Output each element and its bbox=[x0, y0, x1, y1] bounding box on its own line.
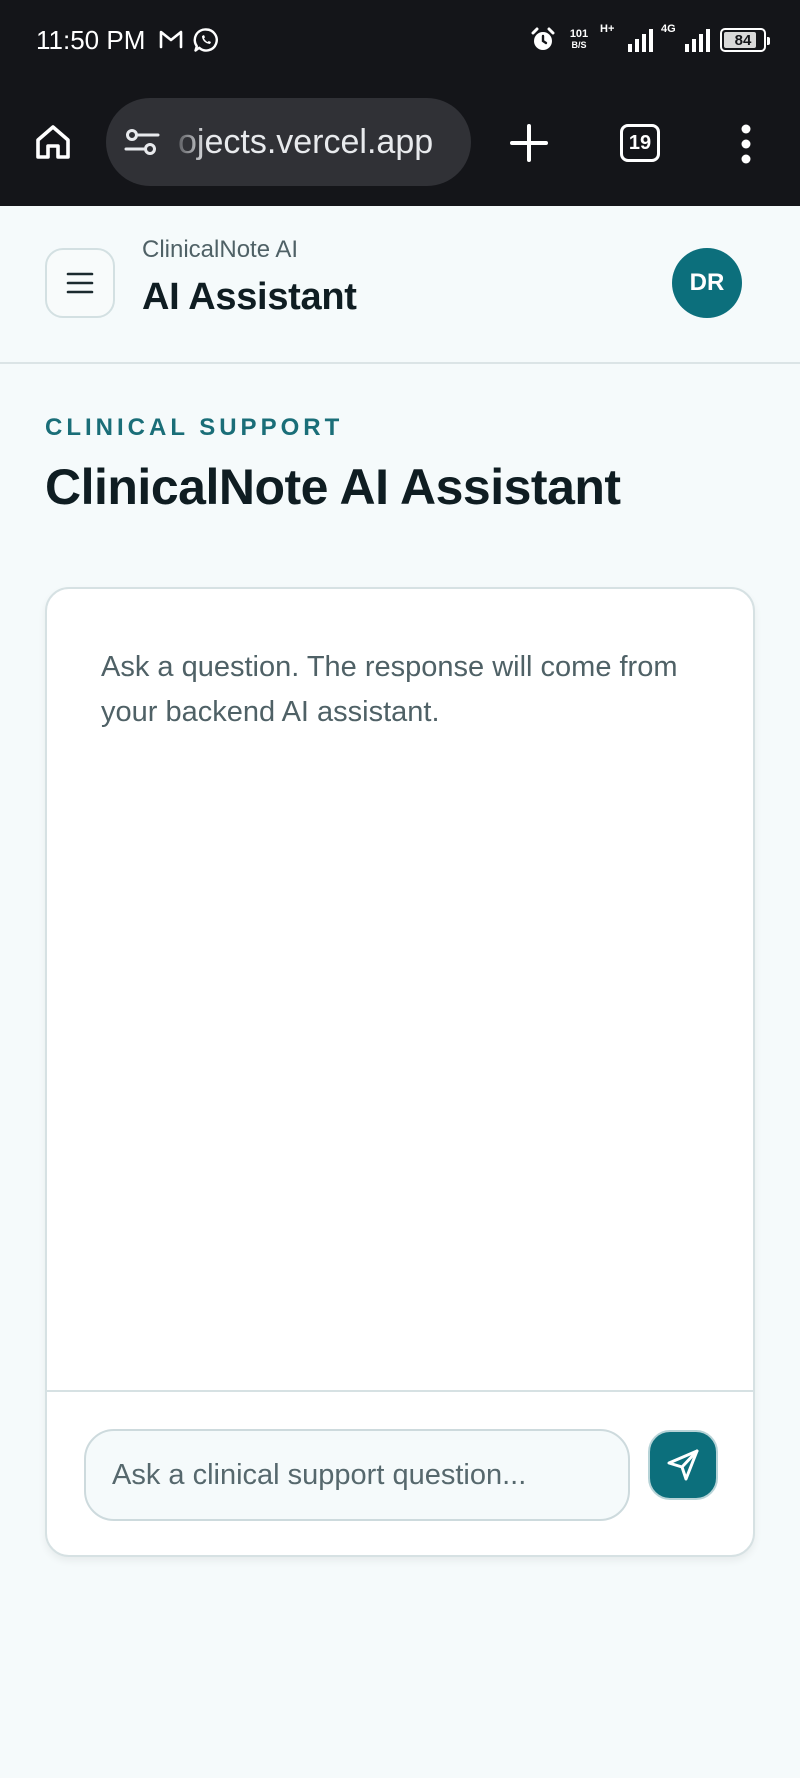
page-title: ClinicalNote AI Assistant bbox=[45, 459, 621, 515]
browser-toolbar: ojects.vercel.app 19 bbox=[0, 80, 800, 206]
network-speed-value: 101 bbox=[569, 28, 589, 40]
whatsapp-icon bbox=[193, 27, 219, 53]
chat-panel: Ask a question. The response will come f… bbox=[45, 587, 755, 1557]
chat-intro-message: Ask a question. The response will come f… bbox=[101, 651, 678, 728]
network-speed: 101 B/S bbox=[566, 29, 592, 51]
url-fade bbox=[168, 98, 208, 186]
app-name: ClinicalNote AI bbox=[142, 236, 299, 263]
url-text[interactable]: ojects.vercel.app bbox=[178, 118, 433, 166]
signal-4g-icon: 4G bbox=[661, 24, 710, 52]
tab-switcher-button[interactable]: 19 bbox=[620, 124, 660, 162]
status-time: 11:50 PM bbox=[36, 25, 146, 55]
battery-level: 84 bbox=[734, 31, 752, 49]
home-icon[interactable] bbox=[33, 122, 73, 162]
network-speed-unit: B/S bbox=[571, 40, 587, 50]
more-vert-icon[interactable] bbox=[740, 124, 752, 164]
network-type-4g: 4G bbox=[661, 23, 676, 35]
status-indicators: 101 B/S H+ 4G 84 bbox=[530, 22, 770, 58]
avatar[interactable]: DR bbox=[672, 248, 742, 318]
app-header: ClinicalNote AI AI Assistant DR bbox=[0, 206, 800, 364]
site-settings-icon[interactable] bbox=[124, 128, 160, 156]
gmail-icon bbox=[158, 28, 184, 50]
network-type-h: H+ bbox=[600, 23, 615, 35]
hamburger-menu-icon bbox=[66, 272, 94, 294]
section-eyebrow: CLINICAL SUPPORT bbox=[45, 414, 344, 441]
signal-h-plus-icon: H+ bbox=[600, 24, 653, 52]
address-bar[interactable]: ojects.vercel.app bbox=[106, 98, 471, 186]
chat-divider bbox=[47, 1390, 753, 1392]
alarm-icon bbox=[530, 27, 556, 53]
header-title: AI Assistant bbox=[142, 276, 357, 318]
status-bar: 11:50 PM 101 B/S H+ 4G 84 bbox=[0, 0, 800, 80]
battery-icon: 84 bbox=[720, 28, 770, 52]
send-button[interactable] bbox=[648, 1430, 718, 1500]
plus-icon[interactable] bbox=[508, 122, 550, 164]
menu-button[interactable] bbox=[45, 248, 115, 318]
send-icon bbox=[667, 1449, 699, 1481]
question-input[interactable] bbox=[84, 1429, 630, 1521]
